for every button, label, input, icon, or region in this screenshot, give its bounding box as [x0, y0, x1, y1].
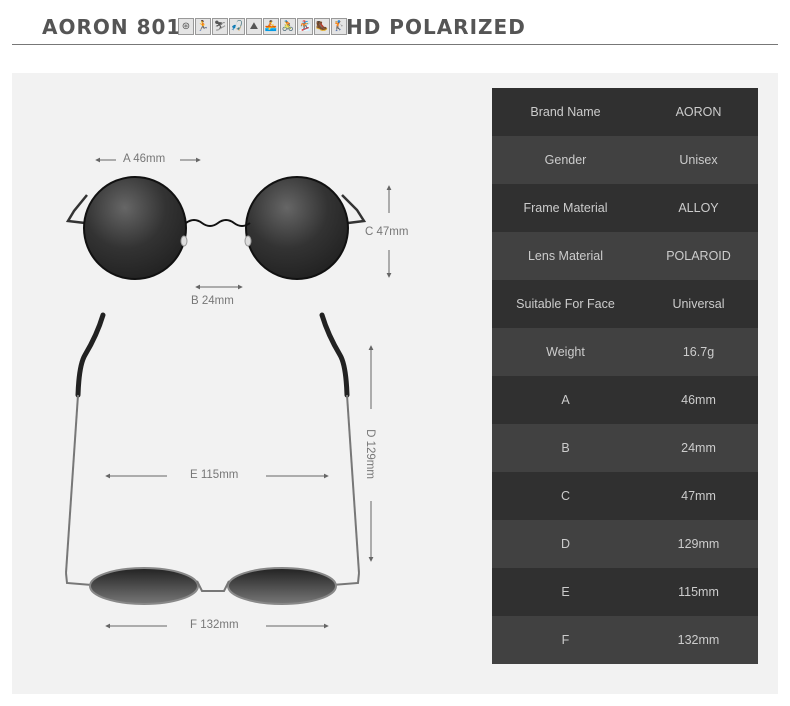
- spec-key: A: [561, 393, 570, 407]
- spec-value: 132mm: [677, 633, 720, 647]
- snowboarding-icon: 🏂: [297, 18, 313, 35]
- dim-f-label: F 132mm: [190, 619, 239, 631]
- dim-d-label: D 129mm: [363, 429, 376, 479]
- dim-c-label: C 47mm: [365, 226, 409, 238]
- spec-value: ALLOY: [678, 201, 719, 215]
- left-temple-tip: [75, 312, 106, 398]
- front-right-lens: [245, 176, 349, 280]
- top-left-lens: [89, 567, 199, 605]
- cycling-icon: 🚴: [280, 18, 296, 35]
- spec-key: F: [561, 633, 570, 647]
- left-temple-arm: [65, 394, 79, 574]
- spec-row: D 129mm: [492, 520, 758, 568]
- top-view: [65, 312, 360, 605]
- spec-table: Brand Name AORON Gender Unisex Frame Mater…: [492, 88, 758, 664]
- dim-e-label: E 115mm: [190, 469, 239, 481]
- spec-row: C 47mm: [492, 472, 758, 520]
- model-title: AORON 801: [42, 15, 182, 39]
- spec-key: Weight: [546, 345, 585, 359]
- spec-key: E: [561, 585, 570, 599]
- spec-row: A 46mm: [492, 376, 758, 424]
- spec-row: Gender Unisex: [492, 136, 758, 184]
- spec-value: POLAROID: [666, 249, 731, 263]
- climbing-icon: ⛰: [246, 18, 262, 35]
- front-bridge: [185, 219, 251, 227]
- boating-icon: 🚣: [263, 18, 279, 35]
- spec-value: Universal: [672, 297, 725, 311]
- dim-a-label: A 46mm: [123, 153, 166, 165]
- sunglasses-illustration: A 46mm B 24mm C 47mm D 129mm E 115mm F 1…: [12, 73, 492, 694]
- spec-row: E 115mm: [492, 568, 758, 616]
- sport-icons: ⊛ 🏃 ⛷ 🎣 ⛰ 🚣 🚴 🏂 🥾 🏌: [178, 18, 347, 35]
- top-right-lens: [227, 567, 337, 605]
- header: AORON 801 ⊛ 🏃 ⛷ 🎣 ⛰ 🚣 🚴 🏂 🥾 🏌 HD POLARIZ…: [0, 0, 790, 46]
- skiing-icon: ⛷: [212, 18, 228, 35]
- spec-key: Brand Name: [530, 105, 601, 119]
- spec-row: Weight 16.7g: [492, 328, 758, 376]
- header-divider: [12, 44, 778, 45]
- fishing-icon: 🎣: [229, 18, 245, 35]
- spec-key: C: [560, 489, 571, 503]
- spec-value: Unisex: [679, 153, 718, 167]
- spec-row: B 24mm: [492, 424, 758, 472]
- dim-b-label: B 24mm: [191, 295, 234, 307]
- spec-key: Frame Material: [523, 201, 608, 215]
- spec-value: 129mm: [677, 537, 720, 551]
- sunglasses-drawing: [65, 157, 392, 629]
- right-temple-tip: [319, 312, 350, 398]
- spec-row: Frame Material ALLOY: [492, 184, 758, 232]
- nose-pad-left: [180, 235, 188, 247]
- spec-key: Lens Material: [527, 249, 604, 263]
- front-left-lens: [83, 176, 187, 280]
- spec-row: F 132mm: [492, 616, 758, 664]
- hiking-icon: 🥾: [314, 18, 330, 35]
- spec-row: Suitable For Face Universal: [492, 280, 758, 328]
- spec-value: 16.7g: [682, 345, 715, 359]
- tagline: HD POLARIZED: [346, 15, 526, 39]
- spec-value: 47mm: [681, 489, 716, 503]
- spec-key: Gender: [544, 153, 587, 167]
- top-bridge: [196, 580, 230, 592]
- spec-row: Lens Material POLAROID: [492, 232, 758, 280]
- spec-value: AORON: [675, 105, 722, 119]
- steering-wheel-icon: ⊛: [178, 18, 194, 35]
- right-temple-arm: [346, 394, 360, 574]
- spec-key: D: [560, 537, 571, 551]
- product-panel: A 46mm B 24mm C 47mm D 129mm E 115mm F 1…: [12, 73, 778, 694]
- running-icon: 🏃: [195, 18, 211, 35]
- front-view: [65, 176, 367, 280]
- spec-value: 115mm: [678, 585, 719, 599]
- spec-key: Suitable For Face: [516, 297, 615, 311]
- spec-row: Brand Name AORON: [492, 88, 758, 136]
- spec-key: B: [561, 441, 570, 455]
- golf-icon: 🏌: [331, 18, 347, 35]
- spec-value: 46mm: [681, 393, 716, 407]
- nose-pad-right: [244, 235, 252, 247]
- spec-value: 24mm: [681, 441, 716, 455]
